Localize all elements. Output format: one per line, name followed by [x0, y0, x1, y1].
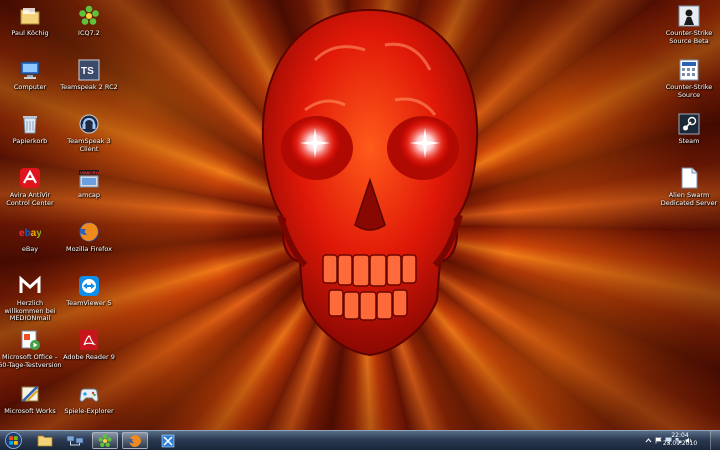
desktop-icon-icq[interactable]: ICQ7.2	[58, 2, 120, 54]
taskbar-explorer-button[interactable]	[32, 432, 58, 449]
desktop-icon-label: Adobe Reader 9	[63, 353, 115, 361]
folder-icon	[37, 435, 53, 447]
desktop-icon-counter-strike-doc[interactable]: Counter-Strike Source	[658, 56, 720, 108]
taskbar-network-button[interactable]	[62, 432, 88, 449]
firefox-icon	[129, 434, 141, 447]
desktop-icon-amcap[interactable]: VIMICRO amcap	[58, 164, 120, 216]
desktop-icon-label: Papierkorb	[12, 137, 48, 145]
desktop-icon-label: ICQ7.2	[78, 29, 100, 37]
office-icon	[18, 328, 42, 352]
folder-icon	[18, 4, 42, 28]
steam-icon	[677, 112, 701, 136]
app-icon	[161, 434, 175, 447]
desktop-icon-medionmail[interactable]: Herzlich willkommen bei MEDIONmail	[0, 272, 61, 324]
desktop-icon-label: Counter-Strike Source	[665, 83, 713, 99]
taskbar-firefox-button[interactable]	[122, 432, 148, 449]
desktop-icon-works[interactable]: Microsoft Works	[0, 380, 61, 432]
firefox-icon	[77, 220, 101, 244]
desktop-icon-avira[interactable]: Avira AntiVir Control Center	[0, 164, 61, 216]
desktop-icon-steam[interactable]: Steam	[658, 110, 720, 162]
desktop-icon-teamviewer[interactable]: TeamViewer 5	[58, 272, 120, 324]
recycle-bin-icon	[18, 112, 42, 136]
tray-arrow-icon[interactable]	[645, 437, 652, 444]
taskbar-app-button[interactable]	[155, 432, 181, 449]
amcap-icon: VIMICRO	[77, 166, 101, 190]
counter-strike-doc-icon	[677, 58, 701, 82]
desktop-icon-document[interactable]: Alien Swarm Dedicated Server	[658, 164, 720, 216]
skull-wallpaper-image	[261, 8, 479, 357]
desktop-icon-label: Counter-Strike Source Beta	[665, 29, 713, 45]
tray-flag-icon[interactable]	[655, 437, 662, 444]
desktop-icon-label: Mozilla Firefox	[66, 245, 112, 253]
desktop-icon-label: amcap	[78, 191, 100, 199]
desktop-icon-label: Spiele-Explorer	[64, 407, 114, 415]
medionmail-icon	[18, 274, 42, 298]
clock-time: 22:04	[671, 432, 689, 439]
desktop-icon-label: TeamViewer 5	[66, 299, 112, 307]
clock-date: 23.09.2010	[662, 440, 698, 447]
desktop-icon-label: Paul Köchig	[11, 29, 49, 37]
desktop-icon-folder[interactable]: Paul Köchig	[0, 2, 61, 54]
games-explorer-icon	[77, 382, 101, 406]
start-button[interactable]	[2, 431, 24, 450]
icq-flower-icon	[98, 433, 112, 447]
desktop-icon-label: Steam	[678, 137, 700, 145]
desktop-icon-counter-strike[interactable]: Counter-Strike Source Beta	[658, 2, 720, 54]
desktop-icon-computer[interactable]: Computer	[0, 56, 61, 108]
svg-text:VIMICRO: VIMICRO	[80, 171, 100, 176]
desktop-icon-label: eBay	[21, 245, 39, 253]
svg-text:ebay: ebay	[19, 228, 41, 239]
icq-icon	[77, 4, 101, 28]
desktop-icon-recycle-bin[interactable]: Papierkorb	[0, 110, 61, 162]
desktop-icon-label: Microsoft Office – 60-Tage-Testversion	[0, 353, 62, 369]
desktop-icon-teamspeak2[interactable]: TS Teamspeak 2 RC2	[58, 56, 120, 108]
teamspeak3-icon	[77, 112, 101, 136]
taskbar-icq-button[interactable]	[92, 432, 118, 449]
avira-icon	[18, 166, 42, 190]
taskbar-clock[interactable]: 22:04 23.09.2010	[662, 432, 698, 450]
network-icon	[66, 435, 84, 446]
desktop-icon-label: Teamspeak 2 RC2	[60, 83, 118, 91]
teamspeak2-icon: TS	[77, 58, 101, 82]
desktop-icon-label: Microsoft Works	[4, 407, 56, 415]
desktop-icon-label: Computer	[13, 83, 47, 91]
works-icon	[18, 382, 42, 406]
taskbar: 22:04 23.09.2010	[0, 430, 720, 450]
ebay-icon: ebay	[18, 220, 42, 244]
adobe-reader-icon	[77, 328, 101, 352]
counter-strike-icon	[677, 4, 701, 28]
computer-icon	[18, 58, 42, 82]
desktop-icon-label: Avira AntiVir Control Center	[6, 191, 54, 207]
show-desktop-button[interactable]	[710, 431, 720, 450]
desktop-icon-firefox[interactable]: Mozilla Firefox	[58, 218, 120, 270]
desktop-icon-office[interactable]: Microsoft Office – 60-Tage-Testversion	[0, 326, 62, 378]
svg-text:TS: TS	[81, 66, 94, 77]
desktop-icon-label: Alien Swarm Dedicated Server	[660, 191, 718, 207]
desktop-icon-games-explorer[interactable]: Spiele-Explorer	[58, 380, 120, 432]
document-icon	[677, 166, 701, 190]
windows-logo-icon	[4, 432, 22, 449]
desktop-icon-label: TeamSpeak 3 Client	[67, 137, 111, 153]
desktop-icon-label: Herzlich willkommen bei MEDIONmail	[4, 299, 56, 322]
teamviewer-icon	[77, 274, 101, 298]
desktop-icon-adobe-reader[interactable]: Adobe Reader 9	[58, 326, 120, 378]
desktop-icon-teamspeak3[interactable]: TeamSpeak 3 Client	[58, 110, 120, 162]
desktop-icon-ebay[interactable]: ebay eBay	[0, 218, 61, 270]
